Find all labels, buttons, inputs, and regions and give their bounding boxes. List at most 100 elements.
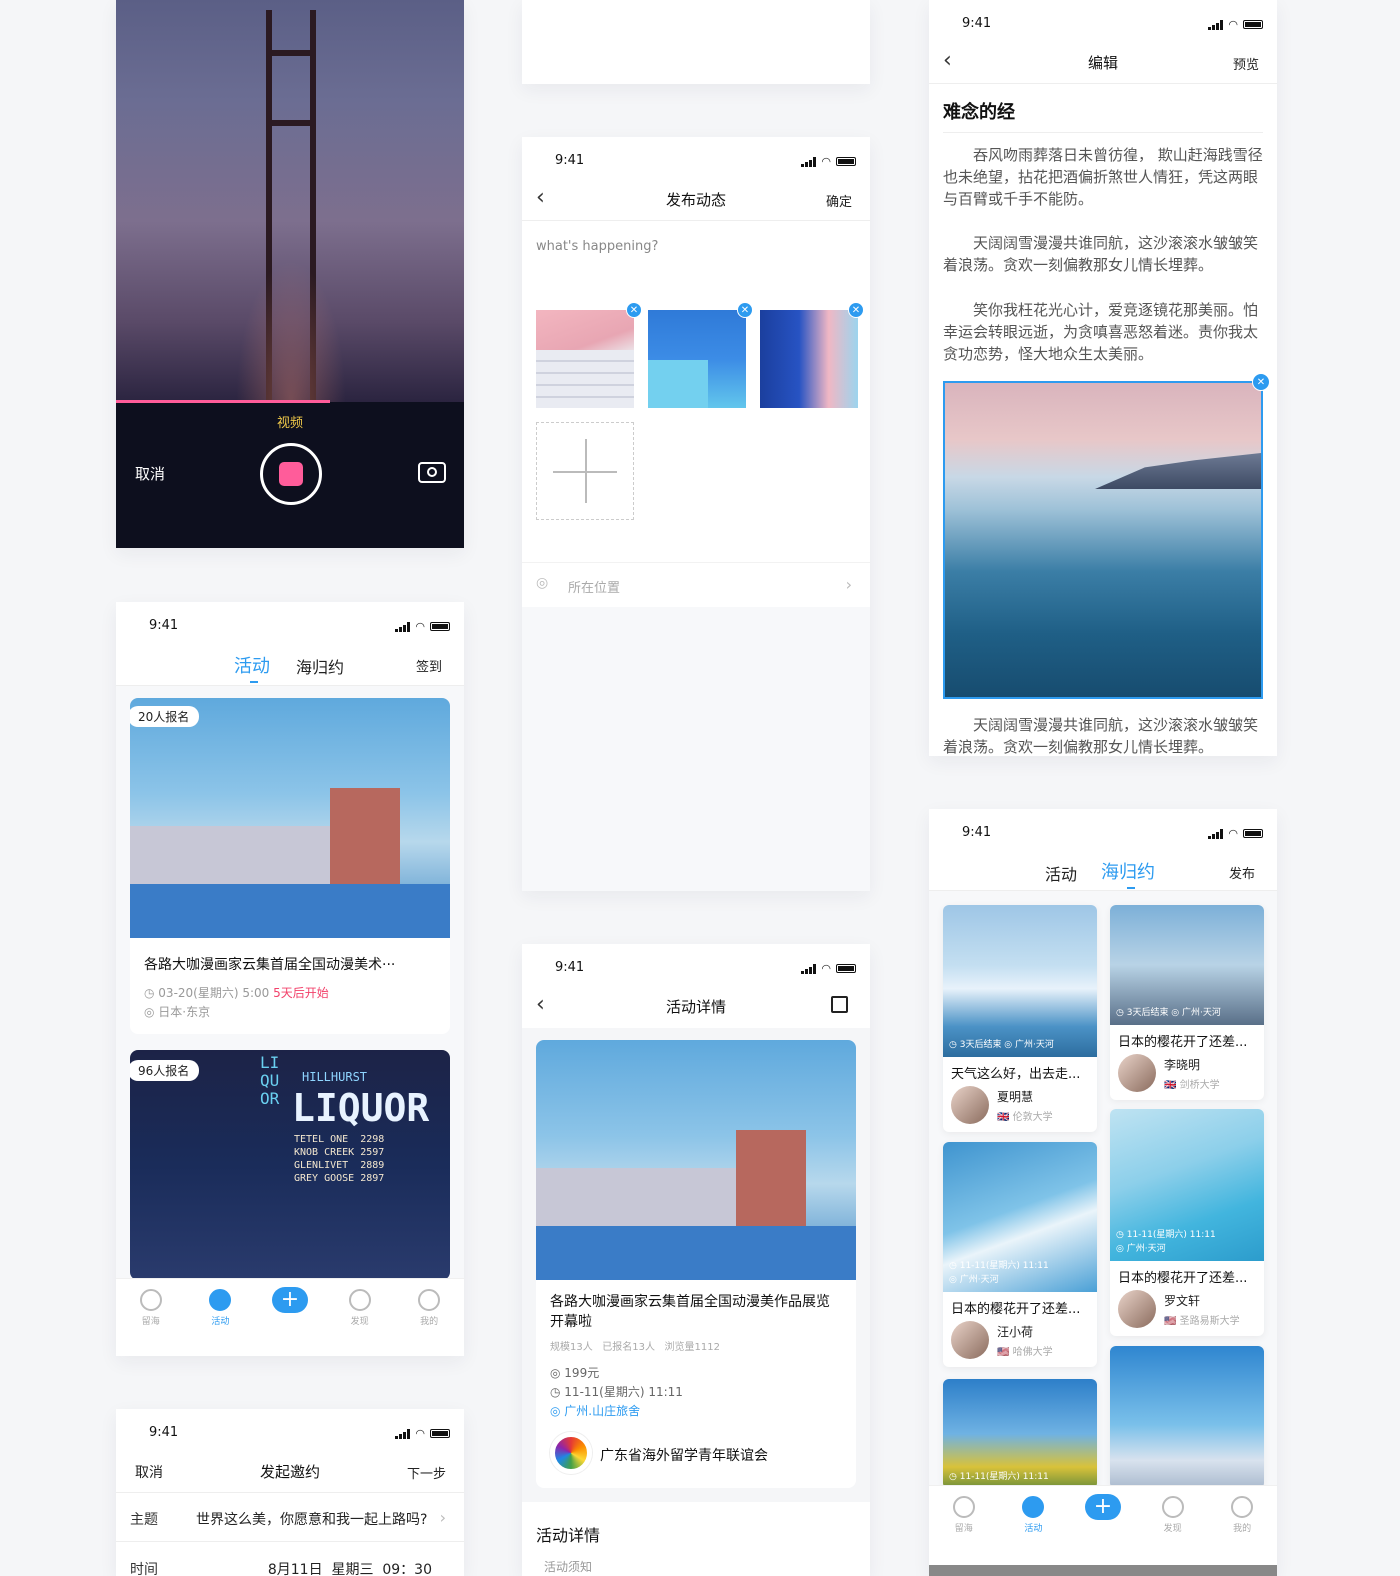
compass-icon — [348, 1289, 371, 1311]
preview-button[interactable]: 预览 — [1233, 54, 1259, 73]
tab-label: 活动 — [211, 1317, 230, 1327]
tab-discover[interactable]: 发现 — [1151, 1496, 1195, 1534]
status-time: 9:41 — [149, 1425, 179, 1440]
battery-icon — [836, 964, 856, 973]
place-row[interactable]: ◎ 广州.山庄旅舍 — [550, 1402, 640, 1419]
next-button[interactable]: 下一步 — [407, 1463, 446, 1482]
nav-bar: 取消 发起邀约 下一步 — [116, 1449, 464, 1493]
tab-me[interactable]: 我的 — [407, 1289, 451, 1327]
meetup-card[interactable]: ◷ 3天后结束 ◎ 广州·天河 日本的樱花开了还差... 李晓明 🇬🇧 剑桥大学 — [1110, 905, 1264, 1100]
camera-switch-icon[interactable] — [418, 462, 446, 483]
meetup-card[interactable] — [1110, 1346, 1264, 1489]
add-photo-button[interactable] — [536, 422, 634, 520]
tab-indicator — [1127, 887, 1135, 889]
photo-thumb[interactable] — [536, 310, 634, 408]
compose-input[interactable]: what's happening? — [536, 239, 658, 254]
topic-row[interactable]: 主题 世界这么美，你愿意和我一起上路吗? › — [116, 1494, 464, 1542]
org-name[interactable]: 广东省海外留学青年联谊会 — [600, 1445, 768, 1465]
detail-section: 活动详情 活动须知 — [522, 1502, 870, 1576]
signin-button[interactable]: 签到 — [416, 656, 442, 675]
remove-photo-icon[interactable]: ✕ — [626, 302, 642, 318]
event-price: 199元 — [564, 1366, 600, 1380]
camera-lens — [427, 467, 437, 477]
tab-bar: 留海 活动 + 发现 我的 — [116, 1278, 464, 1356]
publish-button[interactable]: 发布 — [1229, 863, 1255, 882]
camera-viewfinder — [116, 0, 464, 402]
building-shape — [130, 884, 450, 938]
tab-activity-nav[interactable]: 活动 — [1011, 1496, 1055, 1534]
event-title: 各路大咖漫画家云集首届全国动漫美作品展览开幕啦 — [550, 1294, 830, 1330]
signal-icon — [801, 156, 817, 167]
sign-title: HILLHURST — [302, 1070, 368, 1084]
confirm-button[interactable]: 确定 — [826, 191, 852, 210]
sign-row: GLENLIVET 2889 — [294, 1160, 385, 1171]
tab-liuhai[interactable]: 留海 — [942, 1496, 986, 1534]
doc-paragraph[interactable]: 笑你我枉花光心计，爱竞逐镜花那美丽。怕幸运会转眼远逝，为贪嗔喜恶怒着迷。责你我太… — [943, 299, 1265, 365]
meetup-title: 日本的樱花开了还差... — [1118, 1035, 1248, 1050]
add-button[interactable]: + — [1081, 1494, 1125, 1520]
activity-image — [130, 698, 450, 938]
record-button[interactable] — [260, 443, 322, 505]
photo-thumb[interactable] — [760, 310, 858, 408]
stair-shape — [536, 350, 634, 408]
haigui-screen: 9:41 ◠ 活动 海归约 发布 ◷ 3天后结束 ◎ 广州·天河 天气这么好，出… — [929, 809, 1277, 1576]
activity-card[interactable]: LIQUOR HILLHURST LIQUOR TETEL ONE 2298 K… — [130, 1050, 450, 1280]
meetup-card[interactable]: ◷ 11-11(星期六) 11:11 ◎ 广州·天河 日本的樱花开了还差... … — [1110, 1109, 1264, 1336]
meetup-card[interactable]: ◷ 3天后结束 ◎ 广州·天河 天气这么好，出去走... 夏明慧 🇬🇧 伦敦大学 — [943, 905, 1097, 1132]
mode-label[interactable]: 视频 — [116, 412, 464, 431]
tab-bar: 留海 活动 + 发现 我的 — [929, 1485, 1277, 1565]
bridge-road — [236, 260, 346, 402]
sign-side: LIQUOR — [260, 1053, 280, 1108]
blank-card — [522, 0, 870, 84]
remove-image-icon[interactable]: ✕ — [1252, 373, 1270, 391]
add-button[interactable]: + — [268, 1287, 312, 1313]
status-icons: ◠ — [395, 1427, 450, 1440]
tab-activity[interactable]: 活动 — [234, 652, 270, 678]
user-school: 🇬🇧 剑桥大学 — [1164, 1079, 1220, 1091]
compass-icon — [1161, 1496, 1184, 1518]
building-shape — [536, 1226, 856, 1280]
nav-bar: ‹ 发布动态 确定 — [522, 177, 870, 221]
tab-label: 留海 — [954, 1524, 973, 1534]
doc-paragraph[interactable]: 天阔阔雪漫漫共谁同航，这沙滚滚水皱皱笑着浪荡。贪欢一刻偏教那女儿情长埋葬。 — [943, 714, 1265, 756]
remove-photo-icon[interactable]: ✕ — [848, 302, 864, 318]
meetup-photo: ◷ 11-11(星期六) 11:11 ◎ 广州·天河 — [1110, 1109, 1264, 1261]
remove-photo-icon[interactable]: ✕ — [737, 302, 753, 318]
location-row[interactable]: ◎ 所在位置 › — [522, 562, 870, 607]
tab-me[interactable]: 我的 — [1220, 1496, 1264, 1534]
meetup-photo — [1110, 1346, 1264, 1489]
tab-haigui[interactable]: 海归约 — [296, 654, 344, 678]
time-label: 时间 — [130, 1562, 158, 1576]
user-school: 🇬🇧 伦敦大学 — [997, 1111, 1053, 1123]
wifi-icon: ◠ — [415, 1427, 425, 1440]
invite-screen: 9:41 ◠ 取消 发起邀约 下一步 主题 世界这么美，你愿意和我一起上路吗? … — [116, 1409, 464, 1576]
meetup-card[interactable]: ◷ 11-11(星期六) 11:11 — [943, 1379, 1097, 1489]
share-icon[interactable] — [831, 996, 848, 1013]
tab-activity[interactable]: 活动 — [1045, 861, 1077, 885]
tab-label: 我的 — [420, 1317, 439, 1327]
tab-label: 发现 — [1163, 1524, 1182, 1534]
tab-activity-nav[interactable]: 活动 — [198, 1289, 242, 1327]
time-row[interactable]: 时间 8月11日 星期三 09：30 — [116, 1543, 464, 1576]
cancel-button[interactable]: 取消 — [135, 463, 165, 484]
doc-image[interactable] — [943, 381, 1263, 699]
tab-indicator — [250, 681, 258, 683]
record-progress — [116, 400, 330, 403]
detail-screen: 9:41 ◠ ‹ 活动详情 各路大咖漫画家云集首届全国动漫美作品展览开幕啦 规模… — [522, 944, 870, 1576]
doc-paragraph[interactable]: 天阔阔雪漫漫共谁同航，这沙滚滚水皱皱笑着浪荡。贪欢一刻偏教那女儿情长埋葬。 — [943, 232, 1265, 276]
doc-title[interactable]: 难念的经 — [943, 98, 1263, 133]
photo-thumb[interactable] — [648, 310, 746, 408]
sign-row: KNOB CREEK 2597 — [294, 1147, 385, 1158]
mountain-shape — [1095, 453, 1261, 489]
sign-big: LIQUOR — [292, 1086, 430, 1130]
meetup-card[interactable]: ◷ 11-11(星期六) 11:11 ◎ 广州·天河 日本的樱花开了还差... … — [943, 1142, 1097, 1367]
activity-card[interactable]: 20人报名 各路大咖漫画家云集首届全国动漫美术··· ◷ 03-20(星期六) … — [130, 698, 450, 1034]
user-name: 李晓明 — [1164, 1057, 1201, 1072]
tab-discover[interactable]: 发现 — [338, 1289, 382, 1327]
tab-liuhai[interactable]: 留海 — [129, 1289, 173, 1327]
doc-paragraph[interactable]: 吞风吻雨葬落日未曾彷徨， 欺山赶海践雪径也未绝望，拈花把酒偏折煞世人情狂，凭这两… — [943, 144, 1265, 210]
tab-haigui[interactable]: 海归约 — [1101, 858, 1155, 884]
activity-place-row: ◎ 日本·东京 — [144, 1003, 210, 1020]
plus-icon: + — [1084, 1494, 1121, 1520]
bridge-beam — [266, 50, 316, 56]
